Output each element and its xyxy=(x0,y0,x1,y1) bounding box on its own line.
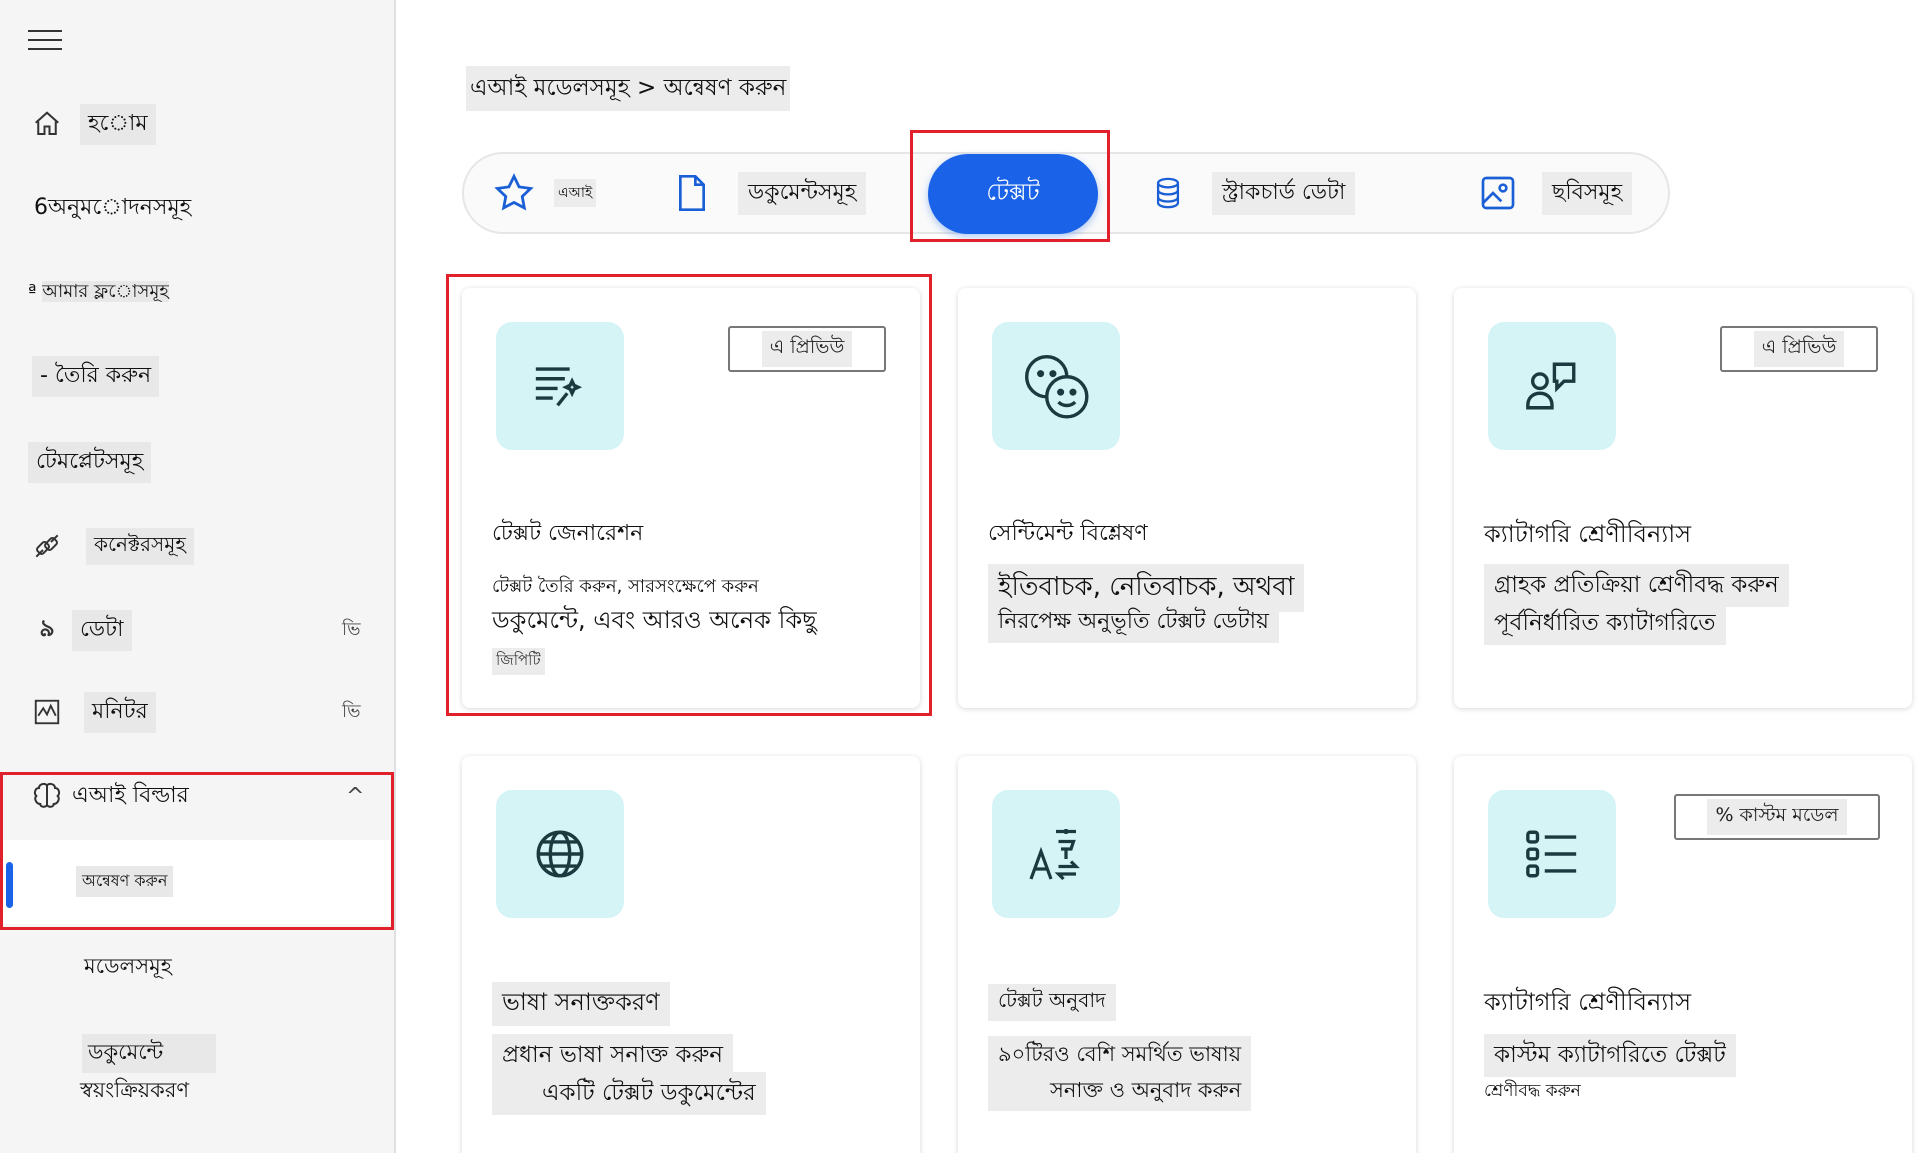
sidebar-subitem-explore[interactable]: অন্বেষণ করুন xyxy=(0,840,394,924)
chevron-up-icon: ^ xyxy=(346,783,365,809)
sidebar-item-label: এআই বিল্ডার xyxy=(72,782,189,808)
card-description: টেক্সট তৈরি করুন, সারসংক্ষেপে করুন xyxy=(492,576,759,597)
document-icon xyxy=(670,171,714,215)
sidebar-item-approvals[interactable]: 6অনুম◌োদনসমূহ xyxy=(0,178,394,238)
card-tag: জিপিটি xyxy=(492,648,545,675)
card-title: টেক্সট অনুবাদ xyxy=(988,984,1116,1021)
data-icon: ৯ xyxy=(39,614,55,642)
connector-icon xyxy=(30,529,64,563)
sidebar-subitem-label: স্বয়ংক্রিয়করণ xyxy=(80,1078,190,1102)
sidebar-item-label: - তৈরি করুন xyxy=(32,355,160,397)
tab-label: ডকুমেন্টসমূহ xyxy=(738,171,867,215)
card-description: একটি টেক্সট ডকুমেন্টের xyxy=(492,1072,766,1115)
sidebar-item-templates[interactable]: টেমপ্লেটসমূহ xyxy=(0,432,394,492)
card-description: পূর্বনির্ধারিত ক্যাটাগরিতে xyxy=(1484,602,1726,645)
sentiment-icon xyxy=(992,322,1120,450)
sidebar-subitem-label: মডেলসমূহ xyxy=(84,954,172,978)
sidebar-item-create[interactable]: - তৈরি করুন xyxy=(0,346,394,406)
card-description: কাস্টম ক্যাটাগরিতে টেক্সট xyxy=(1484,1034,1736,1077)
list-icon xyxy=(1488,790,1616,918)
image-icon xyxy=(1476,171,1520,215)
model-card-category-classification[interactable]: এ প্রিভিউ ক্যাটাগরি শ্রেণীবিন্যাস গ্রাহক… xyxy=(1454,288,1912,708)
globe-icon xyxy=(496,790,624,918)
preview-badge: এ প্রিভিউ xyxy=(1720,326,1878,372)
sidebar-item-label: 6অনুম◌োদনসমূহ xyxy=(34,194,192,220)
card-description: শ্রেণীবদ্ধ করুন xyxy=(1484,1081,1581,1101)
tab-ai[interactable]: এআই xyxy=(492,154,597,232)
card-description: গ্রাহক প্রতিক্রিয়া শ্রেণীবদ্ধ করুন xyxy=(1484,564,1789,607)
card-title: ভাষা সনাক্তকরণ xyxy=(492,982,670,1026)
sidebar-item-label: টেমপ্লেটসমূহ xyxy=(28,441,152,483)
active-indicator xyxy=(6,862,13,908)
sidebar-item-label: কনেক্টরসমূহ xyxy=(86,527,194,565)
brain-icon xyxy=(30,779,64,813)
card-description: প্রধান ভাষা সনাক্ত করুন xyxy=(492,1034,733,1077)
chevron-down-icon: ভি xyxy=(342,700,361,722)
star-icon xyxy=(492,171,536,215)
tab-images[interactable]: ছবিসমূহ xyxy=(1476,154,1633,232)
card-description: নিরপেক্ষ অনুভূতি টেক্সট ডেটায় xyxy=(988,602,1279,643)
custom-model-badge: % কাস্টম মডেল xyxy=(1674,794,1880,840)
sidebar-item-my-flows[interactable]: ª আমার ফ্ল◌োসমূহ xyxy=(0,262,394,322)
preview-badge: এ প্রিভিউ xyxy=(728,326,886,372)
sidebar-item-connectors[interactable]: কনেক্টরসমূহ xyxy=(0,516,394,576)
sidebar-item-home[interactable]: হ◌োম xyxy=(0,94,394,154)
sidebar: হ◌োম 6অনুম◌োদনসমূহ ª আমার ফ্ল◌োসমূহ - তৈ… xyxy=(0,0,396,1153)
sidebar-item-label: ª আমার ফ্ল◌োসমূহ xyxy=(28,280,169,302)
tab-text[interactable]: টেক্সট xyxy=(928,154,1098,234)
model-card-text-generation[interactable]: এ প্রিভিউ টেক্সট জেনারেশন টেক্সট তৈরি কর… xyxy=(462,288,920,708)
card-title: সেন্টিমেন্ট বিশ্লেষণ xyxy=(988,521,1148,546)
sidebar-item-label: মনিটর xyxy=(84,691,156,733)
card-title: টেক্সট জেনারেশন xyxy=(492,521,644,546)
tab-label: স্ট্রাকচার্ড ডেটা xyxy=(1212,171,1356,215)
sidebar-subitem-document-automation[interactable]: ডকুমেন্টে স্বয়ংক্রিয়করণ xyxy=(0,1030,394,1110)
tab-documents[interactable]: ডকুমেন্টসমূহ xyxy=(670,154,867,232)
home-icon xyxy=(30,107,64,141)
tab-structured-data[interactable]: স্ট্রাকচার্ড ডেটা xyxy=(1146,154,1356,232)
card-description: সনাক্ত ও অনুবাদ করুন xyxy=(988,1072,1252,1111)
monitor-icon xyxy=(30,695,64,729)
tab-label: ছবিসমূহ xyxy=(1542,171,1633,215)
breadcrumb: এআই মডেলসমূহ > অন্বেষণ করুন xyxy=(466,66,791,111)
card-description: ৯০টিরও বেশি সমর্থিত ভাষায় xyxy=(988,1036,1252,1075)
sidebar-item-label: ডেটা xyxy=(72,609,132,651)
sidebar-item-label: হ◌োম xyxy=(80,103,156,145)
sidebar-item-ai-builder[interactable]: এআই বিল্ডার ^ xyxy=(0,766,394,826)
card-title: ক্যাটাগরি শ্রেণীবিন্যাস xyxy=(1484,520,1692,548)
sidebar-subitem-models[interactable]: মডেলসমূহ xyxy=(0,944,394,984)
category-tab-bar: এআই ডকুমেন্টসমূহ টেক্সট স্ট্রাকচার্ড ডেট… xyxy=(462,152,1670,234)
database-icon xyxy=(1146,171,1190,215)
model-card-sentiment-analysis[interactable]: সেন্টিমেন্ট বিশ্লেষণ ইতিবাচক, নেতিবাচক, … xyxy=(958,288,1416,708)
category-classification-icon xyxy=(1488,322,1616,450)
chevron-down-icon: ভি xyxy=(342,618,361,640)
translate-icon xyxy=(992,790,1120,918)
sidebar-subitem-label: অন্বেষণ করুন xyxy=(76,866,174,897)
text-generation-icon xyxy=(496,322,624,450)
card-title: ক্যাটাগরি শ্রেণীবিন্যাস xyxy=(1484,988,1692,1016)
model-card-text-translation[interactable]: টেক্সট অনুবাদ ৯০টিরও বেশি সমর্থিত ভাষায়… xyxy=(958,756,1416,1153)
sidebar-item-monitor[interactable]: মনিটর ভি xyxy=(0,682,394,742)
tab-label: এআই xyxy=(554,179,597,207)
hamburger-menu-icon[interactable] xyxy=(28,30,62,52)
model-card-custom-category-classification[interactable]: % কাস্টম মডেল ক্যাটাগরি শ্রেণীবিন্যাস কা… xyxy=(1454,756,1912,1153)
model-card-language-detection[interactable]: ভাষা সনাক্তকরণ প্রধান ভাষা সনাক্ত করুন এ… xyxy=(462,756,920,1153)
card-description: ডকুমেন্টে, এবং আরও অনেক কিছু xyxy=(492,606,817,634)
sidebar-item-data[interactable]: ৯ ডেটা ভি xyxy=(0,600,394,660)
tab-label: টেক্সট xyxy=(986,178,1040,206)
sidebar-subitem-label: ডকুমেন্টে xyxy=(82,1034,216,1073)
